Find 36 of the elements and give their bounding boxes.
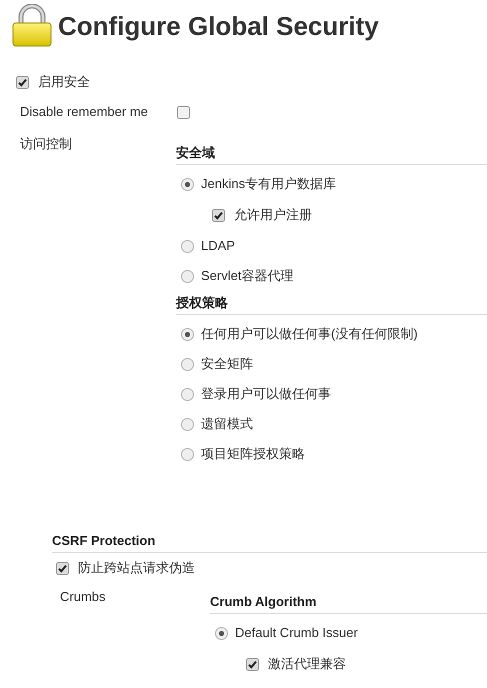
checkbox-label: 允许用户注册	[234, 206, 312, 224]
radio-label: Jenkins专有用户数据库	[201, 175, 336, 194]
field-label: Crumbs	[60, 589, 106, 604]
section-heading: 授权策略	[176, 295, 228, 310]
radio-label: 安全矩阵	[201, 355, 253, 374]
radio-button[interactable]	[181, 178, 194, 190]
field-label: Disable remember me	[20, 103, 149, 122]
checkbox[interactable]	[16, 76, 29, 88]
page-title: Configure Global Security	[58, 13, 379, 39]
checkbox[interactable]	[56, 562, 69, 574]
radio-label: Servlet容器代理	[201, 267, 294, 286]
checkbox-label: 激活代理兼容	[268, 655, 346, 674]
radio-label: 登录用户可以做任何事	[201, 385, 331, 404]
padlock-icon	[12, 4, 52, 48]
radio-button[interactable]	[181, 448, 194, 460]
radio-label: 任何用户可以做任何事(没有任何限制)	[201, 325, 418, 344]
radio-button[interactable]	[181, 270, 194, 282]
radio-label: LDAP	[201, 237, 235, 256]
checkbox[interactable]	[246, 658, 259, 670]
field-label: 访问控制	[20, 136, 72, 151]
radio-button[interactable]	[181, 388, 194, 400]
checkbox[interactable]	[212, 208, 225, 222]
checkbox[interactable]	[177, 106, 190, 118]
radio-button[interactable]	[181, 358, 194, 370]
radio-label: 项目矩阵授权策略	[201, 445, 305, 464]
checkbox-label: 防止跨站点请求伪造	[78, 559, 195, 578]
radio-button[interactable]	[215, 626, 228, 640]
radio-button[interactable]	[181, 240, 194, 252]
section-heading: Crumb Algorithm	[210, 594, 316, 609]
checkbox-label: 启用安全	[38, 73, 90, 92]
radio-button[interactable]	[181, 418, 194, 430]
radio-label: Default Crumb Issuer	[235, 624, 358, 642]
section-heading: 安全域	[176, 145, 215, 160]
section-heading: CSRF Protection	[52, 533, 156, 548]
radio-label: 遗留模式	[201, 415, 253, 434]
radio-button[interactable]	[181, 328, 194, 340]
